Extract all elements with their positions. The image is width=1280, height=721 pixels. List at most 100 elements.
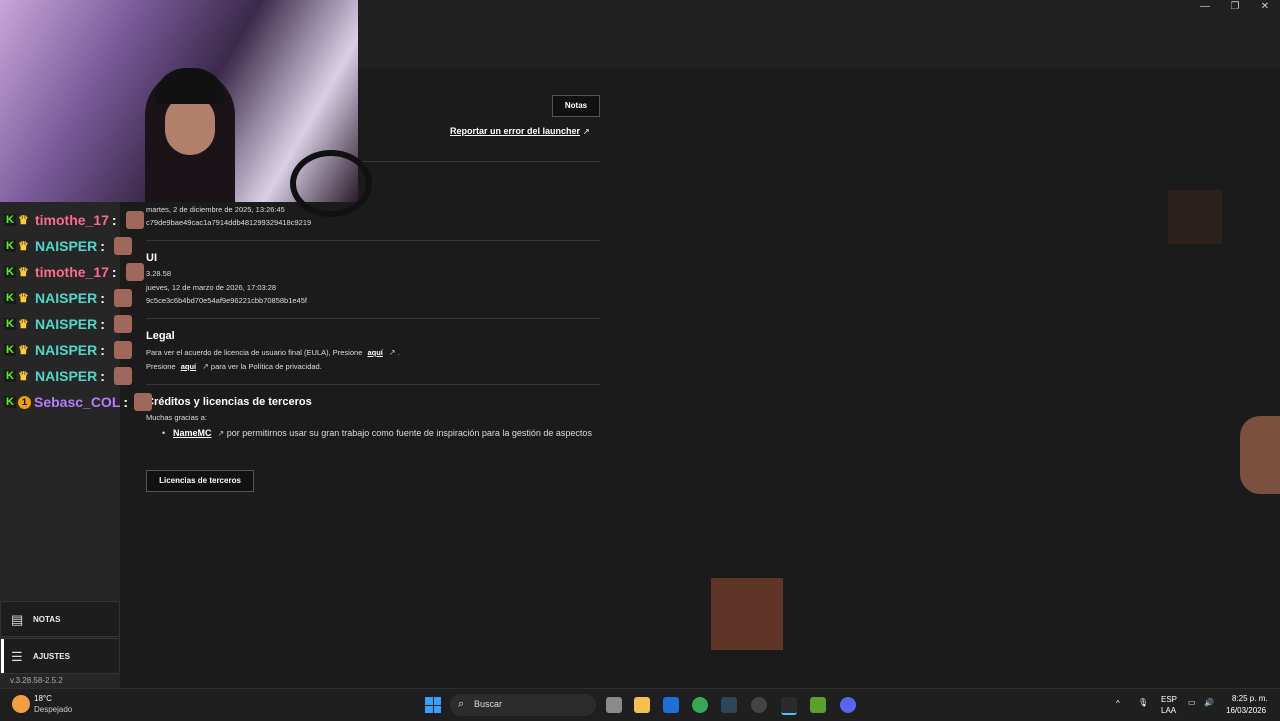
task-view-icon[interactable]	[606, 697, 622, 713]
mail-icon[interactable]	[663, 697, 679, 713]
chat-emote-image	[114, 341, 132, 359]
external-link-icon: ↗	[202, 362, 209, 371]
chat-username: NAISPER	[35, 290, 98, 306]
network-icon[interactable]: ▭	[1188, 698, 1196, 707]
chat-emote-image	[114, 289, 132, 307]
streamer-face	[165, 95, 215, 155]
crown-badge-icon: ♛	[18, 265, 29, 279]
chat-colon: :	[123, 394, 129, 410]
kick-badge-icon: K	[4, 266, 16, 278]
emote-image	[1168, 190, 1222, 244]
kick-badge-icon: K	[4, 396, 16, 408]
ui-section-title: UI	[146, 252, 157, 264]
chat-emote-image	[126, 263, 144, 281]
taskbar: 18°C Despejado ⌕ Buscar ^ 🎙 ESP LAA ▭ 🔊 …	[0, 688, 1280, 721]
restore-button[interactable]: ❐	[1220, 0, 1250, 14]
privacy-link[interactable]: aquí	[181, 362, 196, 371]
ui-hash: 9c5ce3c6b4bd70e54af9e96221cbb70858b1e45f	[146, 296, 307, 305]
chat-message: K 1 Sebasc_COL:	[4, 391, 128, 413]
chat-emote-image	[114, 367, 132, 385]
steam-icon[interactable]	[721, 697, 737, 713]
app-version: v.3.28.58-2.5.2	[10, 676, 63, 685]
language-code[interactable]: ESP	[1161, 695, 1177, 704]
chat-colon: :	[100, 290, 105, 306]
chat-username: timothe_17	[35, 264, 109, 280]
notes-button[interactable]: Notas	[552, 95, 600, 117]
chrome-icon[interactable]	[692, 697, 708, 713]
chat-message: K ♛ timothe_17:	[4, 209, 117, 231]
clock-time[interactable]: 8:25 p. m.	[1232, 694, 1268, 703]
divider	[146, 318, 600, 319]
crown-badge-icon: ♛	[18, 317, 29, 331]
sidebar-item-settings[interactable]: ☰ AJUSTES	[0, 638, 120, 674]
divider	[146, 384, 600, 385]
chat-colon: :	[100, 342, 105, 358]
kick-badge-icon: K	[4, 344, 16, 356]
crown-badge-icon: ♛	[18, 239, 29, 253]
kick-badge-icon: K	[4, 214, 16, 226]
taskbar-search[interactable]: ⌕ Buscar	[450, 694, 596, 716]
keyboard-layout[interactable]: LAA	[1161, 706, 1176, 715]
chat-colon: :	[100, 316, 105, 332]
ui-date: jueves, 12 de marzo de 2026, 17:03:28	[146, 283, 277, 292]
minecraft-icon[interactable]	[810, 697, 826, 713]
eula-text: Para ver el acuerdo de licencia de usuar…	[146, 348, 363, 357]
discord-icon[interactable]	[840, 697, 856, 713]
namemc-link[interactable]: NameMC	[173, 428, 212, 438]
microphone-icon[interactable]: 🎙	[1138, 698, 1148, 707]
third-party-licenses-button[interactable]: Licencias de terceros	[146, 470, 254, 492]
chat-message: K ♛ NAISPER:	[4, 235, 105, 257]
webcam-overlay	[0, 0, 372, 217]
notes-icon: ▤	[11, 612, 24, 627]
chat-emote-image	[114, 237, 132, 255]
legal-title: Legal	[146, 330, 175, 342]
clock-date[interactable]: 16/03/2026	[1226, 706, 1266, 715]
chat-colon: :	[100, 238, 105, 254]
divider	[146, 240, 600, 241]
chat-emote-image	[126, 211, 144, 229]
launcher-app-icon[interactable]	[781, 697, 797, 715]
chat-message: K ♛ NAISPER:	[4, 287, 105, 309]
chat-colon: :	[100, 368, 105, 384]
sliders-icon: ☰	[11, 649, 23, 664]
bullet-icon: •	[162, 428, 166, 438]
chat-emote-image	[114, 315, 132, 333]
close-button[interactable]: ✕	[1250, 0, 1280, 14]
weather-icon[interactable]	[12, 695, 30, 713]
chat-colon: :	[111, 212, 117, 228]
sidebar-item-notes[interactable]: ▤ NOTAS	[0, 601, 120, 637]
eula-end: .	[397, 348, 400, 357]
privacy-start: Presione	[146, 362, 176, 371]
sidebar-item-label: NOTAS	[33, 614, 61, 624]
volume-icon[interactable]: 🔊	[1204, 698, 1214, 707]
sidebar-item-label: AJUSTES	[33, 651, 70, 661]
chat-colon: :	[111, 264, 117, 280]
chat-message: K ♛ NAISPER:	[4, 313, 105, 335]
obs-icon[interactable]	[751, 697, 767, 713]
chat-username: NAISPER	[35, 368, 98, 384]
report-error-label: Reportar un error del launcher	[450, 126, 581, 136]
search-icon: ⌕	[458, 698, 465, 710]
credits-title: Créditos y licencias de terceros	[146, 396, 312, 408]
windows-start-icon[interactable]	[425, 697, 441, 713]
eula-line: Para ver el acuerdo de licencia de usuar…	[146, 348, 400, 357]
launcher-date: martes, 2 de diciembre de 2025, 13:26:45	[146, 205, 285, 214]
minimize-button[interactable]: —	[1190, 0, 1220, 14]
kick-badge-icon: K	[4, 318, 16, 330]
privacy-text: para ver la Política de privacidad.	[210, 362, 322, 371]
external-link-icon: ↗	[217, 429, 225, 438]
report-error-link[interactable]: Reportar un error del launcher ↗	[450, 126, 590, 136]
chat-username: NAISPER	[35, 342, 98, 358]
chat-emote-image	[134, 393, 152, 411]
weather-description: Despejado	[34, 705, 73, 714]
streamer-cap	[155, 68, 225, 104]
steering-wheel	[290, 150, 372, 217]
credits-thanks: Muchas gracias a:	[146, 413, 207, 422]
privacy-line: Presione aquí ↗ para ver la Política de p…	[146, 362, 322, 371]
chevron-up-icon[interactable]: ^	[1116, 699, 1120, 708]
file-explorer-icon[interactable]	[634, 697, 650, 713]
chat-username: NAISPER	[35, 238, 98, 254]
search-placeholder: Buscar	[474, 699, 503, 709]
eula-link[interactable]: aquí	[367, 348, 382, 357]
weather-temperature: 18°C	[34, 694, 52, 703]
